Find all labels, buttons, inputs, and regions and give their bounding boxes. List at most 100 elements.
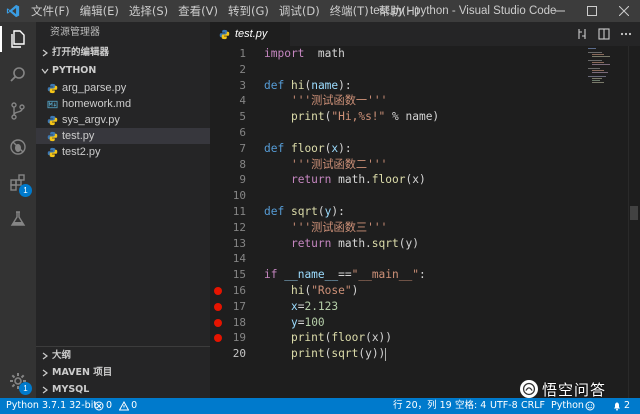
vertical-scrollbar[interactable] (628, 46, 640, 398)
code-line[interactable]: 4 '''测试函数一''' (210, 93, 590, 109)
encoding[interactable]: UTF-8 (490, 398, 518, 414)
code-line[interactable]: 15 if __name__=="__main__": (210, 267, 590, 283)
close-button[interactable] (608, 0, 640, 22)
code-token: : (418, 268, 426, 282)
code-token: ): (338, 78, 352, 92)
watermark: 悟空问答 (520, 379, 638, 399)
chevron-right-icon (40, 385, 50, 395)
code-token: def (264, 204, 285, 218)
line-number: 3 (239, 78, 246, 92)
feedback-button[interactable] (585, 398, 597, 414)
menu-item[interactable]: 终端(T) (325, 0, 374, 22)
source-control-button[interactable] (0, 94, 36, 128)
open-editors-section[interactable]: 打开的编辑器 (36, 44, 210, 62)
window-title: test.py - python - Visual Studio Code (370, 5, 557, 17)
code-token: math. (331, 236, 372, 250)
code-line[interactable]: 1 import math (210, 46, 590, 62)
extensions-badge: 1 (19, 184, 32, 197)
code-line[interactable]: 12 '''测试函数三''' (210, 220, 590, 236)
line-number: 14 (232, 252, 246, 266)
menu-item[interactable]: 调试(D) (274, 0, 325, 22)
code-token: '''测试函数一''' (290, 94, 388, 108)
split-editor-button[interactable] (596, 26, 612, 42)
menu-item[interactable]: 查看(V) (173, 0, 223, 22)
code-line[interactable]: 10 (210, 188, 590, 204)
code-line[interactable]: 16 hi("Rose") (210, 283, 590, 299)
code-token: ): (331, 204, 345, 218)
minimize-button[interactable] (544, 0, 576, 22)
line-source: return math.sqrt(y) (264, 236, 419, 252)
code-line[interactable]: 3 def hi(name): (210, 78, 590, 94)
minimap[interactable] (588, 46, 628, 86)
folder-section[interactable]: PYTHON (36, 62, 210, 80)
line-number: 1 (239, 47, 246, 60)
code-line[interactable]: 13 return math.sqrt(y) (210, 236, 590, 252)
warning-icon (119, 400, 130, 410)
maximize-button[interactable] (576, 0, 608, 22)
code-token: ): (338, 141, 352, 155)
code-line[interactable]: 14 (210, 251, 590, 267)
scrollbar-thumb[interactable] (630, 206, 638, 220)
tab-test-py[interactable]: test.py (210, 22, 290, 46)
search-button[interactable] (0, 58, 36, 92)
flask-icon (10, 211, 26, 226)
file-item[interactable]: arg_parse.py (36, 80, 210, 96)
file-item[interactable]: homework.md (36, 96, 210, 112)
explorer-button[interactable] (0, 22, 36, 56)
menu-item[interactable]: 编辑(E) (75, 0, 124, 22)
cursor-position[interactable]: 行 20，列 19 (393, 398, 452, 414)
code-line[interactable]: 2 (210, 62, 590, 78)
markdown-file-icon (46, 98, 58, 110)
code-line[interactable]: 20 print(sqrt(y)) (210, 346, 590, 362)
maven-section[interactable]: MAVEN 项目 (36, 364, 210, 381)
code-editor[interactable]: 1 import math 2 3 def hi(name): 4 '''测试函数一'''… (210, 46, 640, 398)
line-number: 12 (232, 220, 246, 234)
code-line[interactable]: 7 def floor(x): (210, 141, 590, 157)
sidebar-bottom-sections: 大纲 MAVEN 项目 MYSQL (36, 346, 210, 398)
window-controls (544, 0, 640, 22)
menu-item[interactable]: 转到(G) (223, 0, 274, 22)
menu-item[interactable]: 文件(F) (26, 0, 75, 22)
code-line[interactable]: 9 return math.floor(x) (210, 172, 590, 188)
chevron-right-icon (40, 351, 50, 361)
extensions-button[interactable]: 1 (0, 166, 36, 200)
code-line[interactable]: 8 '''测试函数二''' (210, 157, 590, 173)
line-number: 19 (232, 331, 246, 345)
file-item[interactable]: test.py (36, 128, 210, 144)
problems-indicator[interactable]: 0 0 (94, 398, 137, 414)
python-interpreter[interactable]: Python 3.7.1 32-bit (6, 398, 97, 414)
settings-button[interactable]: 1 (0, 364, 36, 398)
code-line[interactable]: 19 print(floor(x)) (210, 330, 590, 346)
code-line[interactable]: 11 def sqrt(y): (210, 204, 590, 220)
language-mode[interactable]: Python (551, 398, 584, 414)
mysql-section[interactable]: MYSQL (36, 381, 210, 398)
more-actions-button[interactable] (618, 26, 634, 42)
code-line[interactable]: 5 print("Hi,%s!" % name) (210, 109, 590, 125)
code-lines: 1 import math 2 3 def hi(name): 4 '''测试函数一'''… (210, 46, 590, 362)
code-token: '''测试函数三''' (290, 220, 388, 234)
menu-item[interactable]: 选择(S) (124, 0, 173, 22)
code-token: def (264, 78, 285, 92)
code-line[interactable]: 18 y=100 (210, 315, 590, 331)
line-source: import math (264, 46, 345, 62)
code-line[interactable]: 17 x=2.123 (210, 299, 590, 315)
code-line[interactable]: 6 (210, 125, 590, 141)
watermark-logo-icon (520, 380, 538, 398)
file-item[interactable]: sys_argv.py (36, 112, 210, 128)
line-source: x=2.123 (264, 299, 338, 315)
code-token: == (338, 268, 352, 282)
open-changes-button[interactable] (574, 26, 590, 42)
test-button[interactable] (0, 202, 36, 236)
debug-button[interactable] (0, 130, 36, 164)
code-token: x (290, 299, 298, 313)
indentation[interactable]: 空格: 4 (455, 398, 486, 414)
notifications[interactable]: 2 (612, 398, 630, 414)
outline-section[interactable]: 大纲 (36, 347, 210, 364)
split-editor-icon (598, 28, 610, 40)
file-item[interactable]: test2.py (36, 144, 210, 160)
line-source: def floor(x): (264, 141, 352, 157)
line-number: 18 (232, 315, 246, 329)
line-ending[interactable]: CRLF (521, 398, 545, 414)
line-source: return math.floor(x) (264, 172, 426, 188)
code-token: hi (290, 283, 305, 297)
